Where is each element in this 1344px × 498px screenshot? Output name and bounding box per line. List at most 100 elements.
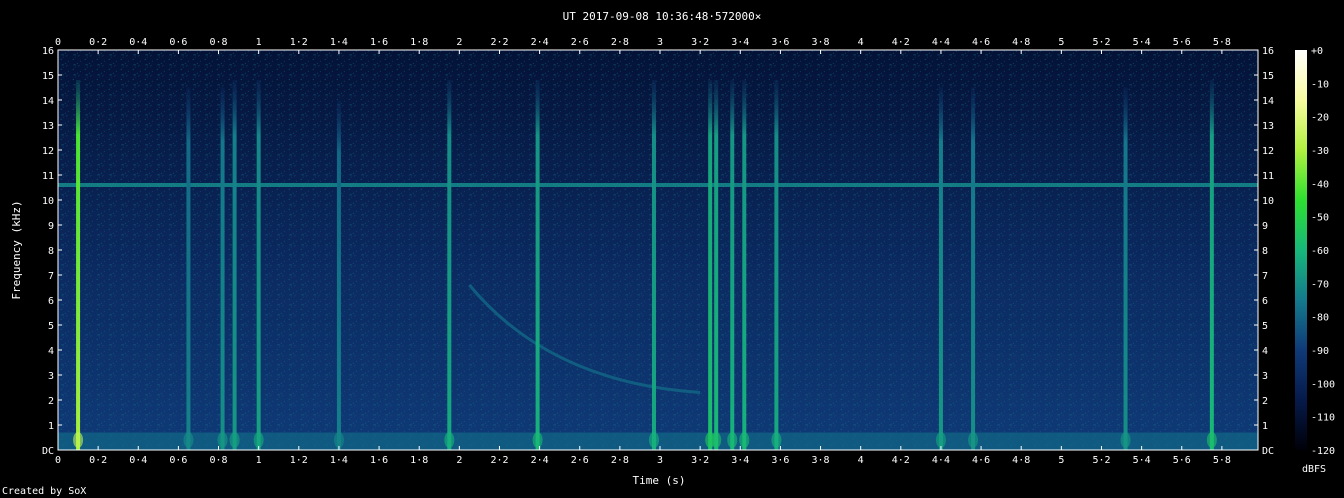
y-tick-label-right: 5	[1262, 321, 1268, 332]
y-tick-label-left: 14	[42, 96, 54, 107]
y-tick-label-right: 11	[1262, 171, 1274, 182]
x-tick-label-bottom: 5·6	[1173, 455, 1191, 466]
x-tick-label-bottom: 4	[858, 455, 864, 466]
transient-line	[774, 80, 779, 450]
transient-base	[183, 432, 194, 448]
colorbar-tick-label: -10	[1311, 79, 1329, 90]
y-tick-label-left: DC	[42, 446, 54, 457]
x-tick-label-top: 4	[858, 37, 864, 48]
x-tick-label-bottom: 5·2	[1092, 455, 1110, 466]
x-tick-label-top: 3·4	[731, 37, 749, 48]
y-tick-label-right: 15	[1262, 71, 1274, 82]
x-tick-label-bottom: 2·2	[490, 455, 508, 466]
transient-line	[651, 80, 656, 450]
x-tick-label-top: 2·4	[531, 37, 549, 48]
transient-line	[708, 80, 713, 450]
transient-line	[1209, 80, 1214, 450]
x-tick-label-bottom: 3·6	[771, 455, 789, 466]
plot-area	[57, 49, 1259, 451]
x-tick-label-top: 5·6	[1173, 37, 1191, 48]
y-tick-label-right: DC	[1262, 446, 1274, 457]
transient-base	[217, 432, 228, 448]
credit-text: Created by SoX	[2, 486, 86, 497]
colorbar-tick-label: -80	[1311, 313, 1329, 324]
y-tick-label-right: 7	[1262, 271, 1268, 282]
x-tick-label-top: 1	[256, 37, 262, 48]
transient-base	[253, 432, 264, 448]
x-tick-label-bottom: 0·2	[89, 455, 107, 466]
y-tick-label-left: 8	[48, 246, 54, 257]
x-tick-label-top: 0·2	[89, 37, 107, 48]
x-tick-label-top: 5·8	[1213, 37, 1231, 48]
x-tick-label-top: 4·4	[932, 37, 950, 48]
colorbar-tick-label: -60	[1311, 246, 1329, 257]
colorbar-tick-label: -50	[1311, 213, 1329, 224]
x-tick-label-bottom: 3	[657, 455, 663, 466]
y-tick-label-left: 11	[42, 171, 54, 182]
transient-base	[648, 432, 659, 448]
colorbar-tick-label: +0	[1311, 46, 1323, 57]
colorbar-tick-label: -110	[1311, 413, 1335, 424]
x-tick-label-bottom: 0	[55, 455, 61, 466]
x-tick-label-top: 2·6	[571, 37, 589, 48]
transient-line	[220, 87, 225, 450]
transient-base	[444, 432, 455, 448]
colorbar: +0 -10 -20 -30 -40 -50 -60 -70 -80 -90 -100 -110 -12…	[1295, 46, 1335, 457]
transient-line	[186, 87, 191, 450]
x-tick-label-top: 0·6	[169, 37, 187, 48]
y-tick-label-right: 6	[1262, 296, 1268, 307]
colorbar-scale	[1295, 50, 1307, 450]
x-tick-label-bottom: 1·2	[290, 455, 308, 466]
transient-base	[968, 432, 979, 448]
x-tick-label-bottom: 3·2	[691, 455, 709, 466]
y-tick-label-right: 12	[1262, 146, 1274, 157]
y-tick-label-left: 1	[48, 421, 54, 432]
transient-line	[1123, 87, 1128, 450]
y-tick-label-left: 13	[42, 121, 54, 132]
spectrogram-noise	[58, 50, 1258, 450]
y-tick-label-left: 3	[48, 371, 54, 382]
y-tick-label-right: 8	[1262, 246, 1268, 257]
chart-title: UT 2017-09-08 10:36:48·572000×	[563, 10, 762, 23]
transient-line	[742, 80, 747, 450]
x-tick-label-bottom: 0·6	[169, 455, 187, 466]
x-tick-label-top: 5·4	[1133, 37, 1151, 48]
x-tick-label-top: 2·2	[490, 37, 508, 48]
x-tick-label-bottom: 4·8	[1012, 455, 1030, 466]
transient-base	[771, 432, 782, 448]
y-tick-label-right: 14	[1262, 96, 1274, 107]
x-tick-label-top: 3	[657, 37, 663, 48]
colorbar-label: dBFS	[1302, 464, 1326, 475]
x-tick-label-bottom: 3·4	[731, 455, 749, 466]
x-tick-label-bottom: 0·8	[210, 455, 228, 466]
transient-line	[76, 80, 81, 450]
x-tick-label-bottom: 4·2	[892, 455, 910, 466]
transient-line	[938, 87, 943, 450]
y-tick-label-right: 3	[1262, 371, 1268, 382]
x-tick-label-top: 3·6	[771, 37, 789, 48]
x-tick-label-top: 1·2	[290, 37, 308, 48]
x-tick-label-top: 3·2	[691, 37, 709, 48]
y-tick-label-right: 16	[1262, 46, 1274, 57]
x-tick-label-top: 1·8	[410, 37, 428, 48]
colorbar-tick-label: -100	[1311, 379, 1335, 390]
y-tick-label-left: 5	[48, 321, 54, 332]
x-tick-label-top: 2	[456, 37, 462, 48]
colorbar-tick-label: -40	[1311, 179, 1329, 190]
x-tick-label-bottom: 4·4	[932, 455, 950, 466]
transient-base	[1120, 432, 1131, 448]
x-tick-label-top: 4·2	[892, 37, 910, 48]
y-tick-label-left: 16	[42, 46, 54, 57]
x-tick-label-top: 3·8	[812, 37, 830, 48]
y-tick-label-right: 1	[1262, 421, 1268, 432]
transient-line	[447, 80, 452, 450]
x-tick-label-top: 0·8	[210, 37, 228, 48]
x-tick-label-bottom: 1·6	[370, 455, 388, 466]
y-tick-label-left: 15	[42, 71, 54, 82]
transient-line	[971, 87, 976, 450]
y-tick-label-right: 13	[1262, 121, 1274, 132]
transient-line	[336, 100, 341, 450]
x-tick-label-bottom: 5	[1058, 455, 1064, 466]
transient-line	[256, 80, 261, 450]
y-axis-label: Frequency (kHz)	[10, 200, 23, 299]
